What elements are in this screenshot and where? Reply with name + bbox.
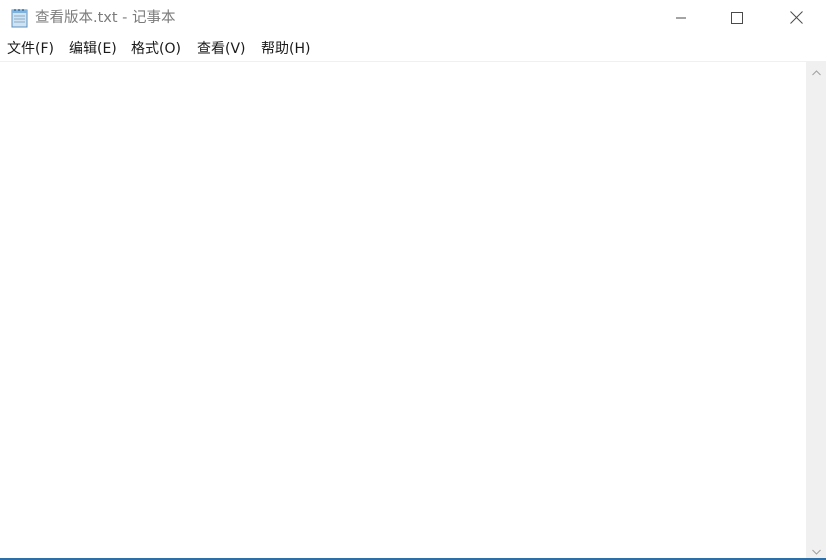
window-title: 查看版本.txt - 记事本 <box>35 10 176 26</box>
menu-file[interactable]: 文件(F) <box>7 40 54 58</box>
vertical-scrollbar[interactable] <box>806 62 826 558</box>
menu-format[interactable]: 格式(O) <box>131 40 181 58</box>
maximize-icon <box>731 9 743 28</box>
menu-edit[interactable]: 编辑(E) <box>69 40 117 58</box>
close-button[interactable] <box>767 0 825 36</box>
chevron-down-icon <box>811 540 821 559</box>
notepad-icon <box>10 8 29 28</box>
chevron-up-icon <box>811 61 821 80</box>
menu-view[interactable]: 查看(V) <box>197 40 246 58</box>
notepad-window: 查看版本.txt - 记事本 文件(F) 编辑(E) 格式(O) 查看(V) 帮… <box>0 0 826 560</box>
minimize-button[interactable] <box>652 0 710 36</box>
minimize-icon <box>675 9 687 28</box>
menu-help[interactable]: 帮助(H) <box>261 40 310 58</box>
scroll-down-button[interactable] <box>806 541 826 558</box>
menu-bar: 文件(F) 编辑(E) 格式(O) 查看(V) 帮助(H) <box>0 37 826 61</box>
scroll-up-button[interactable] <box>806 62 826 79</box>
maximize-button[interactable] <box>708 0 766 36</box>
close-icon <box>789 9 803 28</box>
text-editor-area[interactable] <box>0 62 806 558</box>
title-bar[interactable]: 查看版本.txt - 记事本 <box>0 0 826 36</box>
